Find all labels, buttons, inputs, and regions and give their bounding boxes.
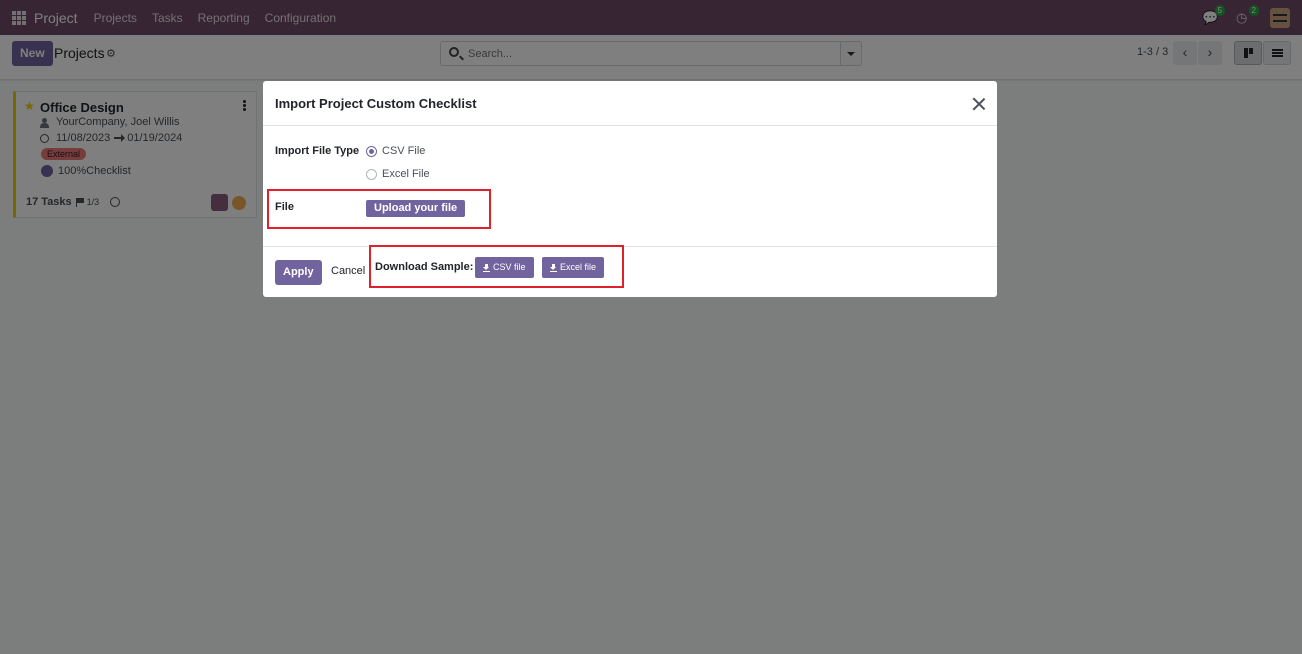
radio-excel-circle[interactable] — [366, 168, 377, 180]
file-type-label: Import File Type — [275, 145, 360, 157]
radio-csv-circle[interactable] — [366, 145, 377, 157]
modal-header: Import Project Custom Checklist — [263, 81, 997, 126]
radio-csv[interactable]: CSV File — [366, 145, 425, 157]
apply-button[interactable]: Apply — [275, 260, 322, 285]
radio-excel[interactable]: Excel File — [366, 168, 430, 180]
modal-title: Import Project Custom Checklist — [275, 96, 477, 111]
radio-excel-label: Excel File — [382, 168, 430, 180]
radio-csv-label: CSV File — [382, 145, 426, 157]
cancel-button[interactable]: Cancel — [331, 265, 365, 277]
file-highlight-box — [267, 189, 491, 229]
import-dialog: Import Project Custom Checklist Import F… — [263, 81, 997, 297]
download-highlight-box — [369, 245, 624, 288]
close-icon[interactable] — [972, 97, 985, 110]
modal-footer: Apply Cancel Download Sample: CSV file E… — [263, 245, 997, 297]
